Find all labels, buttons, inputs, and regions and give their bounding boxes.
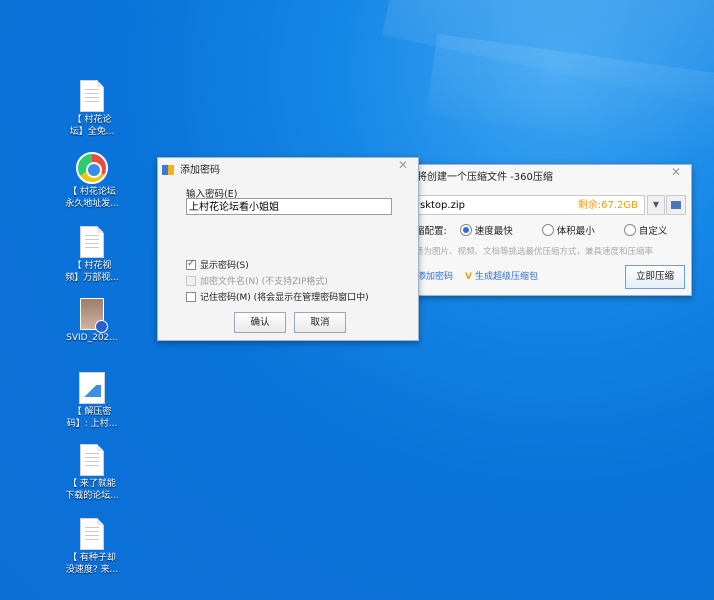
config-hint: 适为图片、视频、文档等挑选最优压缩方式，兼具速度和压缩率 — [415, 247, 654, 257]
cancel-button[interactable]: 取消 — [294, 312, 346, 333]
close-icon[interactable]: ✕ — [398, 158, 408, 172]
desktop-icon-doc-1[interactable]: 【 村花论 坛】全免... — [62, 80, 122, 138]
desktop-icon-image[interactable]: 【 解压密 码】: 上村... — [62, 372, 122, 430]
archive-path-field[interactable]: sktop.zip 剩余:67.2GB — [415, 195, 645, 215]
checkbox-icon — [186, 292, 196, 302]
remember-password-checkbox[interactable]: 记住密码(M) (将会显示在管理密码窗口中) — [186, 290, 369, 303]
close-icon[interactable]: ✕ — [671, 165, 681, 179]
radio-icon — [541, 224, 554, 236]
video-file-icon — [80, 298, 108, 333]
desktop-icon-label: 【 有种子却 没速度? 来... — [65, 553, 119, 575]
password-dialog: 添加密码 ✕ 输入密码(E) 上村花论坛看小姐姐 显示密码(S) 加密文件名(N… — [157, 157, 419, 341]
radio-icon — [459, 224, 472, 236]
radio-icon — [623, 224, 636, 236]
checkbox-checked-icon — [186, 258, 196, 270]
text-document-icon — [80, 444, 104, 476]
desktop-icon-video[interactable]: SVID_202... — [62, 298, 122, 344]
browser-shortcut-icon — [76, 152, 108, 184]
show-password-checkbox[interactable]: 显示密码(S) — [186, 258, 249, 271]
desktop-icon-label: 【 村花论 坛】全免... — [69, 115, 115, 137]
desktop-icon-doc-3[interactable]: 【 来了就能 下载的论坛... — [62, 444, 122, 502]
free-space-label: 剩余:67.2GB — [577, 200, 638, 211]
text-document-icon — [80, 80, 104, 112]
text-document-icon — [80, 518, 104, 550]
super-pack-link[interactable]: V 生成超级压缩包 — [465, 269, 538, 282]
compress-config-row: 缩配置: 速度最快 体积最小 自定义 — [415, 224, 668, 237]
ok-button[interactable]: 确认 — [234, 312, 286, 333]
encrypt-filenames-checkbox[interactable]: 加密文件名(N) (不支持ZIP格式) — [186, 274, 328, 287]
checkbox-icon — [186, 276, 196, 286]
v-icon: V — [465, 272, 472, 282]
desktop-icon-label: SVID_202... — [66, 333, 118, 343]
desktop-icon-doc-2[interactable]: 【 村花视 频】万部视... — [62, 226, 122, 284]
desktop-icon-label: 【 村花论坛 永久地址发... — [65, 187, 119, 209]
option-fastest[interactable]: 速度最快 — [459, 224, 513, 237]
compress-window-title: 将创建一个压缩文件 -360压缩 — [417, 172, 553, 183]
add-password-link[interactable]: 添加密码 — [417, 269, 453, 282]
compress-window: 将创建一个压缩文件 -360压缩 ✕ sktop.zip 剩余:67.2GB ▼… — [406, 164, 692, 296]
desktop-icon-doc-4[interactable]: 【 有种子却 没速度? 来... — [62, 518, 122, 576]
text-document-icon — [80, 226, 104, 258]
folder-icon[interactable] — [666, 195, 686, 215]
compress-now-button[interactable]: 立即压缩 — [625, 265, 685, 289]
password-dialog-title: 添加密码 — [180, 165, 220, 176]
image-file-icon — [79, 372, 105, 404]
password-input[interactable]: 上村花论坛看小姐姐 — [186, 198, 392, 215]
desktop-icon-url[interactable]: 【 村花论坛 永久地址发... — [62, 152, 122, 210]
option-smallest[interactable]: 体积最小 — [541, 224, 595, 237]
desktop-icon-label: 【 解压密 码】: 上村... — [66, 407, 118, 429]
desktop-icon-label: 【 来了就能 下载的论坛... — [65, 479, 119, 501]
chevron-down-icon[interactable]: ▼ — [647, 195, 665, 215]
desktop-icon-label: 【 村花视 频】万部视... — [65, 261, 119, 283]
option-custom[interactable]: 自定义 — [623, 224, 667, 237]
